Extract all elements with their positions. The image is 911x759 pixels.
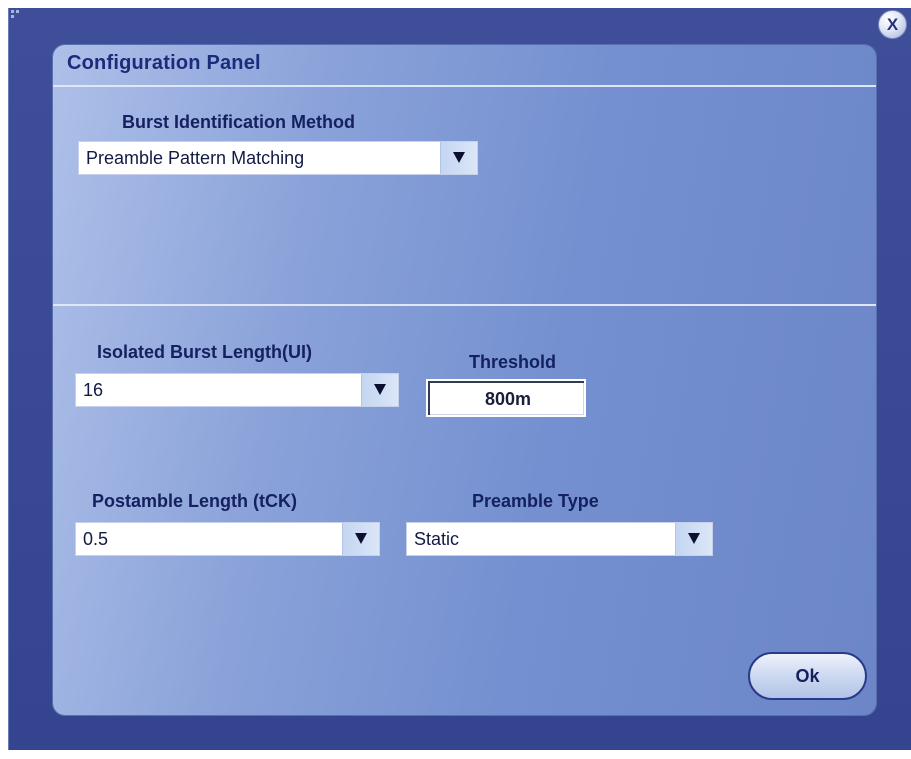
triangle-down-icon [374, 384, 386, 395]
title-divider [53, 85, 876, 87]
isolated-burst-length-dropdown[interactable]: 16 [75, 373, 399, 407]
dropdown-arrow-button[interactable] [440, 142, 477, 174]
isolated-burst-length-value: 16 [83, 380, 104, 400]
preamble-type-dropdown[interactable]: Static [406, 522, 713, 556]
dropdown-arrow-button[interactable] [675, 523, 712, 555]
postamble-length-value: 0.5 [83, 529, 109, 549]
dropdown-arrow-button[interactable] [361, 374, 398, 406]
triangle-down-icon [355, 533, 367, 544]
threshold-field[interactable] [426, 379, 586, 417]
burst-identification-label: Burst Identification Method [122, 112, 355, 132]
postamble-length-label: Postamble Length (tCK) [92, 491, 297, 511]
burst-identification-value: Preamble Pattern Matching [86, 148, 305, 168]
resize-grip-icon[interactable] [11, 10, 21, 20]
burst-identification-dropdown[interactable]: Preamble Pattern Matching [78, 141, 478, 175]
preamble-type-value: Static [414, 529, 460, 549]
close-button[interactable]: X [878, 10, 907, 39]
threshold-input[interactable] [432, 384, 584, 414]
panel-title: Configuration Panel [67, 52, 261, 74]
dialog-window: X Configuration Panel Burst Identificati… [8, 8, 911, 750]
triangle-down-icon [688, 533, 700, 544]
preamble-type-label: Preamble Type [472, 491, 599, 511]
isolated-burst-length-label: Isolated Burst Length(UI) [97, 342, 312, 362]
threshold-label: Threshold [469, 352, 557, 372]
triangle-down-icon [453, 152, 465, 163]
ok-button[interactable]: Ok [748, 652, 867, 700]
postamble-length-dropdown[interactable]: 0.5 [75, 522, 380, 556]
dropdown-arrow-button[interactable] [342, 523, 379, 555]
section-divider [53, 304, 876, 306]
close-icon: X [886, 15, 899, 34]
configuration-panel: Configuration Panel Burst Identification… [53, 45, 876, 715]
